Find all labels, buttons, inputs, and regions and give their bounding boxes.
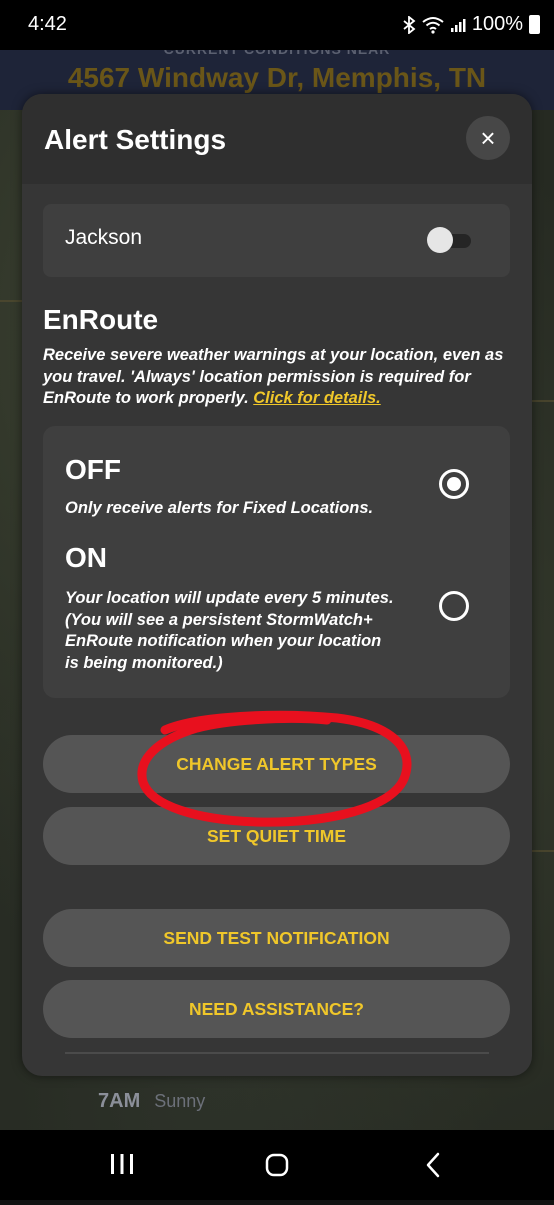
forecast-time: 7AM bbox=[98, 1090, 141, 1112]
option-on-title: ON bbox=[65, 542, 107, 573]
map-road bbox=[532, 400, 554, 402]
details-link[interactable]: Click for details. bbox=[253, 389, 380, 407]
enroute-description: Receive severe weather warnings at your … bbox=[43, 345, 513, 410]
signal-icon bbox=[450, 18, 466, 32]
alert-settings-modal: Alert Settings × Jackson EnRoute Receive… bbox=[22, 94, 532, 1076]
option-on-description: Your location will update every 5 minute… bbox=[65, 589, 394, 672]
status-time: 4:42 bbox=[28, 13, 67, 35]
home-icon bbox=[265, 1153, 289, 1177]
wifi-icon bbox=[422, 16, 444, 34]
enroute-options-card: OFF Only receive alerts for Fixed Locati… bbox=[43, 426, 510, 698]
modal-title: Alert Settings bbox=[44, 124, 227, 155]
forecast-condition: Sunny bbox=[154, 1091, 206, 1111]
modal-header: Alert Settings × bbox=[22, 94, 532, 184]
battery-icon bbox=[529, 15, 540, 34]
need-assistance-button[interactable]: NEED ASSISTANCE? bbox=[43, 980, 510, 1038]
option-off-description: Only receive alerts for Fixed Locations. bbox=[65, 499, 374, 517]
radio-selected-dot bbox=[447, 477, 461, 491]
conditions-address: 4567 Windway Dr, Memphis, TN bbox=[67, 62, 487, 93]
location-card: Jackson bbox=[43, 204, 510, 277]
set-quiet-time-button[interactable]: SET QUIET TIME bbox=[43, 807, 510, 865]
change-alert-types-button[interactable]: CHANGE ALERT TYPES bbox=[43, 735, 510, 793]
recent-apps-icon bbox=[111, 1154, 133, 1174]
back-icon bbox=[426, 1152, 440, 1178]
status-bar: 4:42 100% bbox=[0, 0, 554, 50]
send-test-notification-button[interactable]: SEND TEST NOTIFICATION bbox=[43, 909, 510, 967]
navigation-bar bbox=[0, 1130, 554, 1200]
option-off-radio[interactable] bbox=[439, 469, 469, 499]
status-icons: 100% bbox=[402, 13, 540, 36]
option-off-title: OFF bbox=[65, 454, 121, 485]
home-button[interactable] bbox=[237, 1130, 317, 1200]
toggle-thumb bbox=[427, 227, 453, 253]
back-button[interactable] bbox=[392, 1130, 472, 1200]
battery-percent: 100% bbox=[471, 13, 523, 35]
map-road bbox=[532, 850, 554, 852]
close-icon: × bbox=[480, 123, 496, 153]
map-road bbox=[0, 300, 22, 302]
close-button[interactable]: × bbox=[466, 116, 510, 160]
bluetooth-icon bbox=[403, 15, 416, 34]
recent-apps-button[interactable] bbox=[82, 1130, 162, 1200]
forecast-row: 7AM Sunny bbox=[98, 1090, 205, 1113]
option-on-radio[interactable] bbox=[439, 591, 469, 621]
divider bbox=[65, 1052, 489, 1054]
location-name: Jackson bbox=[65, 226, 143, 249]
location-toggle[interactable] bbox=[427, 226, 471, 254]
enroute-title: EnRoute bbox=[43, 304, 159, 335]
